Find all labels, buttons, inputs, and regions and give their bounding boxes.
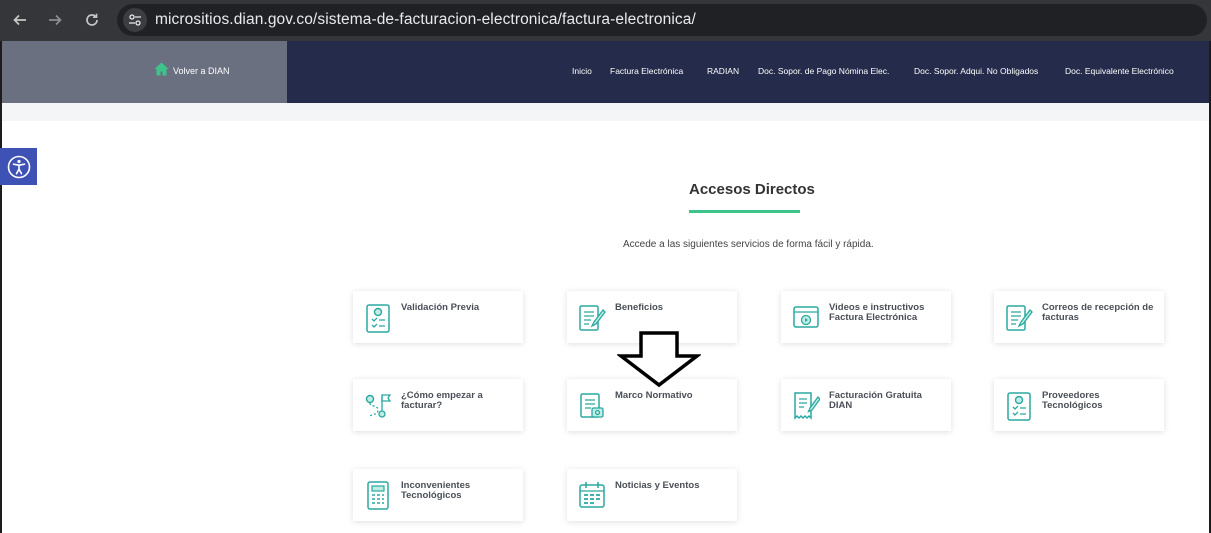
card-label: Inconvenientes Tecnológicos — [401, 480, 471, 501]
document-pen-icon — [1006, 305, 1033, 331]
arrow-right-icon — [49, 14, 62, 26]
card-inconvenientes-tecnologicos[interactable]: Inconvenientes Tecnológicos — [353, 469, 523, 521]
card-label: ¿Cómo empezar a facturar? — [401, 390, 483, 411]
card-validacion-previa[interactable]: Validación Previa — [353, 291, 523, 343]
section-intro: Accede a las siguientes servicios de for… — [623, 239, 874, 250]
calendar-icon — [579, 482, 605, 508]
section-title: Accesos Directos — [689, 181, 815, 198]
home-link-label: Volver a DIAN — [173, 66, 230, 76]
address-bar[interactable]: micrositios.dian.gov.co/sistema-de-factu… — [117, 4, 1207, 36]
route-icon — [365, 394, 392, 418]
card-label: Correos de recepción de facturas — [1042, 302, 1154, 323]
site-info-button[interactable] — [123, 8, 147, 32]
card-facturacion-gratuita[interactable]: Facturación Gratuita DIAN — [781, 379, 951, 431]
home-link[interactable]: Volver a DIAN — [154, 62, 230, 76]
checklist-person-icon — [366, 304, 390, 333]
browser-toolbar: micrositios.dian.gov.co/sistema-de-factu… — [0, 0, 1211, 41]
card-videos-instructivos[interactable]: Videos e instructivos Factura Electrónic… — [781, 291, 951, 343]
nav-item-nomina[interactable]: Doc. Sopor. de Pago Nómina Elec. — [758, 66, 889, 76]
card-proveedores-tecnologicos[interactable]: Proveedores Tecnológicos — [994, 379, 1164, 431]
card-label: Videos e instructivos Factura Electrónic… — [829, 302, 925, 323]
card-label: Proveedores Tecnológicos — [1042, 390, 1103, 411]
card-label: Beneficios — [615, 302, 664, 313]
invoice-pen-icon — [794, 392, 820, 420]
nav-item-equivalente[interactable]: Doc. Equivalente Electrónico — [1065, 66, 1174, 76]
header-left-panel: Volver a DIAN — [2, 41, 287, 103]
reload-icon — [86, 13, 98, 26]
nav-item-radian[interactable]: RADIAN — [707, 66, 739, 76]
card-correos-recepcion[interactable]: Correos de recepción de facturas — [994, 291, 1164, 343]
home-icon — [154, 62, 169, 76]
arrow-left-icon — [13, 14, 26, 26]
legal-document-icon — [580, 393, 604, 418]
down-arrow-annotation — [617, 331, 701, 388]
url-text: micrositios.dian.gov.co/sistema-de-factu… — [155, 11, 696, 28]
checklist-person-icon — [1007, 392, 1031, 421]
nav-item-no-obligados[interactable]: Doc. Sopor. Adqui. No Obligados — [914, 66, 1038, 76]
back-button[interactable] — [8, 8, 32, 32]
video-icon — [793, 306, 819, 328]
nav-item-inicio[interactable]: Inicio — [572, 66, 592, 76]
accessibility-icon — [7, 155, 30, 178]
title-underline — [689, 210, 800, 213]
site-header: Volver a DIAN Inicio Factura Electrónica… — [2, 41, 1209, 103]
nav-item-factura-electronica[interactable]: Factura Electrónica — [610, 66, 683, 76]
forward-button[interactable] — [43, 8, 67, 32]
card-label: Facturación Gratuita DIAN — [829, 390, 922, 411]
card-label: Marco Normativo — [615, 390, 693, 401]
header-subbar — [2, 103, 1209, 121]
card-como-empezar[interactable]: ¿Cómo empezar a facturar? — [353, 379, 523, 431]
card-label: Noticias y Eventos — [615, 480, 700, 491]
accessibility-button[interactable] — [0, 148, 37, 185]
tune-icon — [129, 14, 141, 26]
card-noticias-eventos[interactable]: Noticias y Eventos — [567, 469, 737, 521]
document-pen-icon — [579, 305, 606, 331]
calculator-icon — [367, 481, 389, 510]
reload-button[interactable] — [80, 8, 104, 32]
card-label: Validación Previa — [401, 302, 480, 313]
